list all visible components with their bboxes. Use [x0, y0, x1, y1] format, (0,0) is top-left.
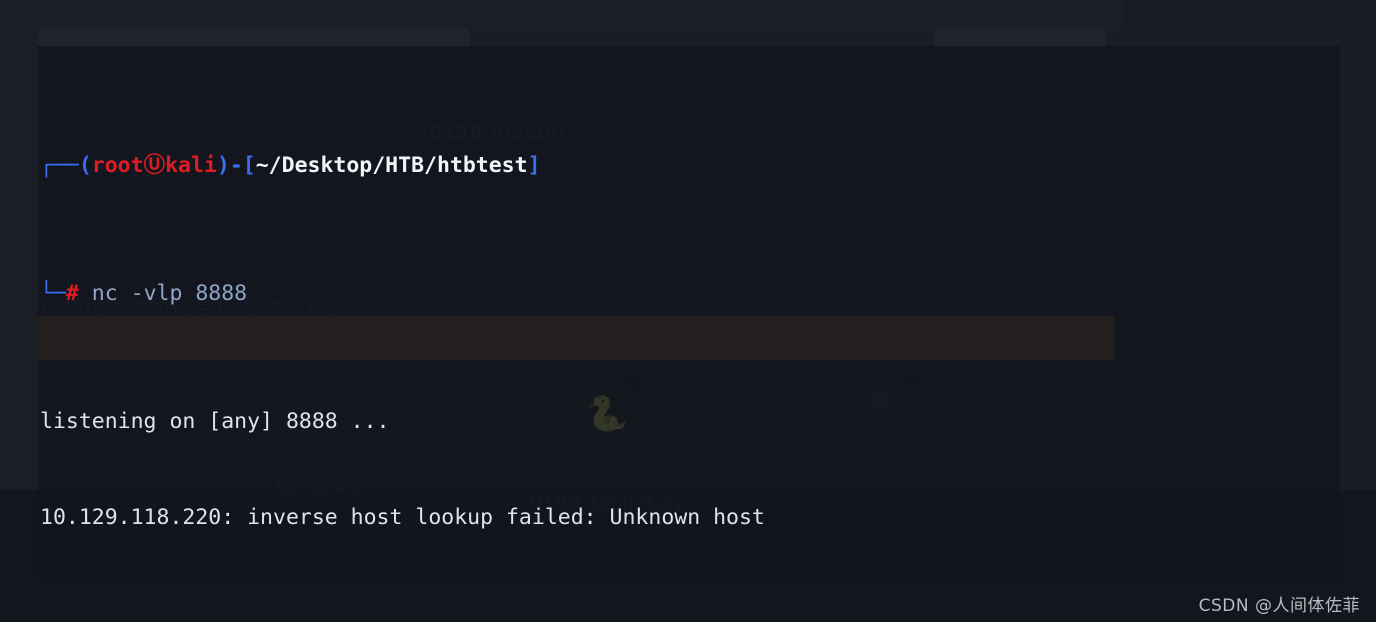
csdn-watermark: CSDN @人间体佐菲: [1198, 596, 1360, 616]
output-line: 10.129.118.220: inverse host lookup fail…: [40, 505, 765, 530]
prompt-line-top: ┌──(rootⓊkali)-[~/Desktop/HTB/htbtest]: [40, 150, 1340, 182]
prompt-host: kali: [165, 153, 217, 178]
prompt-corner-top: ┌──: [40, 153, 79, 178]
terminal-body[interactable]: ┌──(rootⓊkali)-[~/Desktop/HTB/htbtest] └…: [38, 46, 1340, 583]
prompt-close-paren: ): [216, 153, 230, 178]
prompt-path: ~/Desktop/HTB/htbtest: [255, 153, 528, 178]
prompt-open-paren: (: [78, 153, 92, 178]
prompt-line-bottom: └─# nc -vlp 8888: [40, 278, 1340, 310]
prompt-at-icon: Ⓤ: [143, 153, 166, 178]
terminal-command: nc -vlp 8888: [91, 281, 248, 306]
prompt-hash: #: [65, 281, 79, 306]
output-line: listening on [any] 8888 ...: [40, 409, 390, 434]
terminal-output: ┌──(rootⓊkali)-[~/Desktop/HTB/htbtest] └…: [38, 54, 1340, 583]
terminal-tab-bar[interactable]: [38, 28, 1340, 46]
prompt-dash: -: [229, 153, 243, 178]
prompt-corner-bottom: └─: [40, 281, 66, 306]
prompt-close-bracket: ]: [527, 153, 541, 178]
terminal-tab-1[interactable]: [38, 28, 470, 46]
terminal-tab-3[interactable]: [934, 28, 1106, 46]
terminal-tab-2[interactable]: [471, 28, 933, 46]
terminal-window[interactable]: ┌──(rootⓊkali)-[~/Desktop/HTB/htbtest] └…: [38, 28, 1340, 583]
prompt-user: root: [91, 153, 144, 178]
terminal-tab-4[interactable]: [1107, 28, 1337, 46]
prompt-open-bracket: [: [242, 153, 256, 178]
